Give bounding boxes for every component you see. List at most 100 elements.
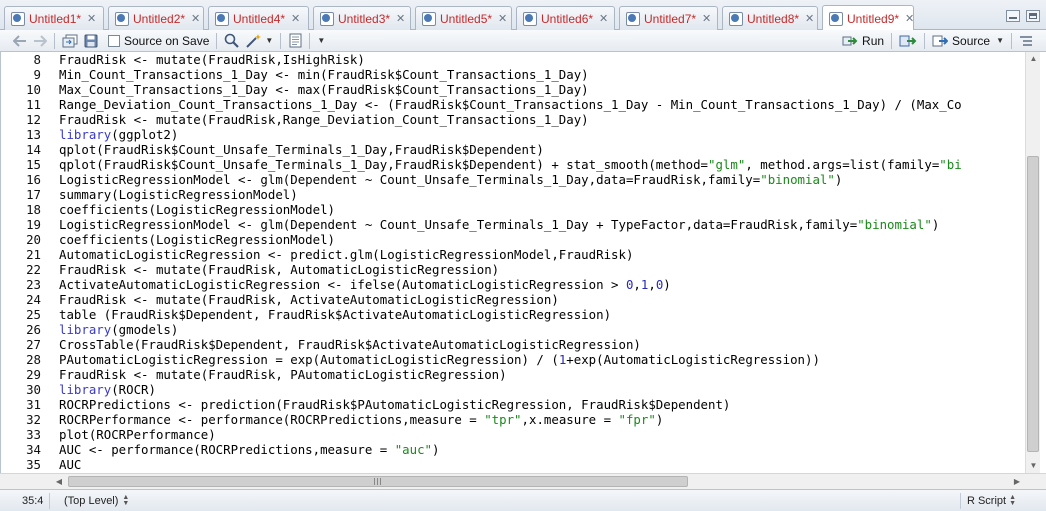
code-line[interactable]: ActivateAutomaticLogisticRegression <- i…: [59, 277, 1024, 292]
document-outline-button[interactable]: [1016, 31, 1036, 51]
code-line[interactable]: library(ggplot2): [59, 127, 1024, 142]
code-tools-button[interactable]: ▼: [242, 31, 276, 51]
code-line[interactable]: coefficients(LogisticRegressionModel): [59, 202, 1024, 217]
r-script-file-icon: [729, 11, 743, 26]
code-line[interactable]: library(gmodels): [59, 322, 1024, 337]
code-line[interactable]: FraudRisk <- mutate(FraudRisk,Range_Devi…: [59, 112, 1024, 127]
minimize-pane-button[interactable]: [1006, 10, 1020, 22]
code-token: LogisticRegressionModel <- glm(Dependent…: [59, 172, 761, 187]
r-script-file-icon: [215, 11, 229, 26]
tab-untitled9[interactable]: Untitled9* ✕: [822, 5, 914, 31]
code-line[interactable]: Range_Deviation_Count_Transactions_1_Day…: [59, 97, 1024, 112]
code-line[interactable]: FraudRisk <- mutate(FraudRisk, ActivateA…: [59, 292, 1024, 307]
scroll-left-arrow-icon[interactable]: ◀: [52, 474, 66, 489]
save-button[interactable]: [81, 31, 101, 51]
outline-icon: [1020, 35, 1032, 46]
code-token: AUC: [59, 457, 82, 472]
code-token: Min_Count_Transactions_1_Day <- min(Frau…: [59, 67, 589, 82]
code-token: coefficients(LogisticRegressionModel): [59, 202, 336, 217]
tab-label: Untitled8*: [747, 11, 800, 26]
code-line[interactable]: PAutomaticLogisticRegression = exp(Autom…: [59, 352, 1024, 367]
code-line[interactable]: summary(LogisticRegressionModel): [59, 187, 1024, 202]
r-script-file-icon: [523, 11, 537, 26]
horizontal-scroll-thumb[interactable]: [68, 476, 688, 487]
line-number: 10: [26, 82, 41, 97]
tab-untitled5[interactable]: Untitled5* ✕: [415, 6, 512, 30]
maximize-pane-button[interactable]: [1026, 10, 1040, 22]
tab-untitled1[interactable]: Untitled1* ✕: [4, 6, 104, 30]
code-line[interactable]: FraudRisk <- mutate(FraudRisk, Automatic…: [59, 262, 1024, 277]
code-line[interactable]: ROCRPerformance <- performance(ROCRPredi…: [59, 412, 1024, 427]
code-line[interactable]: LogisticRegressionModel <- glm(Dependent…: [59, 172, 1024, 187]
rerun-icon: [899, 35, 917, 46]
tab-untitled3[interactable]: Untitled3* ✕: [313, 6, 411, 30]
code-line[interactable]: CrossTable(FraudRisk$Dependent, FraudRis…: [59, 337, 1024, 352]
forward-button[interactable]: [30, 31, 50, 51]
horizontal-scrollbar[interactable]: ◀ ▶: [0, 473, 1046, 489]
r-script-file-icon: [115, 11, 129, 26]
code-line[interactable]: ROCRPredictions <- prediction(FraudRisk$…: [59, 397, 1024, 412]
code-text-area[interactable]: FraudRisk <- mutate(FraudRisk,IsHighRisk…: [59, 52, 1024, 473]
close-tab-icon[interactable]: ✕: [87, 12, 96, 25]
vertical-scrollbar[interactable]: ▲ ▼: [1025, 52, 1040, 473]
pane-window-controls: [1006, 10, 1040, 22]
code-line[interactable]: LogisticRegressionModel <- glm(Dependent…: [59, 217, 1024, 232]
code-line[interactable]: Max_Count_Transactions_1_Day <- max(Frau…: [59, 82, 1024, 97]
code-line[interactable]: AutomaticLogisticRegression <- predict.g…: [59, 247, 1024, 262]
scope-selector[interactable]: (Top Level) ▲ ▼: [50, 494, 129, 507]
source-editor-pane: Untitled1* ✕ Untitled2* ✕ Untitled4* ✕ Untitle…: [0, 0, 1046, 511]
source-arrow-icon: [932, 35, 949, 46]
file-type-selector[interactable]: R Script ▲ ▼: [959, 492, 1046, 509]
scroll-up-arrow-icon[interactable]: ▲: [1026, 52, 1041, 66]
tab-untitled2[interactable]: Untitled2* ✕: [108, 6, 204, 30]
line-number: 31: [26, 397, 41, 412]
line-number: 35: [26, 457, 41, 472]
back-button[interactable]: [10, 31, 30, 51]
close-tab-icon[interactable]: ✕: [599, 12, 608, 25]
code-token: library: [59, 382, 112, 397]
scroll-right-arrow-icon[interactable]: ▶: [1010, 474, 1024, 489]
line-number: 14: [26, 142, 41, 157]
close-tab-icon[interactable]: ✕: [702, 12, 711, 25]
close-tab-icon[interactable]: ✕: [291, 12, 300, 25]
vertical-scroll-thumb[interactable]: [1027, 156, 1039, 452]
code-line[interactable]: qplot(FraudRisk$Count_Unsafe_Terminals_1…: [59, 142, 1024, 157]
scroll-down-arrow-icon[interactable]: ▼: [1026, 459, 1041, 473]
source-on-save-checkbox[interactable]: [108, 34, 120, 47]
code-token: , method.args=list(family=: [745, 157, 940, 172]
code-editor[interactable]: 8 9 10 11 12 13 14 15 16 17 18 19 20 21 22 23 24 25 26 27 28…: [0, 52, 1046, 473]
source-button[interactable]: Source ▼: [929, 31, 1007, 51]
show-in-window-button[interactable]: [59, 31, 81, 51]
code-line[interactable]: coefficients(LogisticRegressionModel): [59, 232, 1024, 247]
notebook-icon: [289, 33, 302, 48]
code-line[interactable]: AUC <- performance(ROCRPredictions,measu…: [59, 442, 1024, 457]
code-line[interactable]: table (FraudRisk$Dependent, FraudRisk$Ac…: [59, 307, 1024, 322]
code-line[interactable]: AUC: [59, 457, 1024, 472]
close-tab-icon[interactable]: ✕: [498, 12, 507, 25]
code-token: Max_Count_Transactions_1_Day <- max(Frau…: [59, 82, 589, 97]
source-on-save-toggle[interactable]: Source on Save: [101, 31, 212, 51]
code-line[interactable]: qplot(FraudRisk$Count_Unsafe_Terminals_1…: [59, 157, 1024, 172]
code-token: (ROCR): [111, 382, 156, 397]
code-line[interactable]: Min_Count_Transactions_1_Day <- min(Frau…: [59, 67, 1024, 82]
find-replace-button[interactable]: [221, 31, 242, 51]
code-line[interactable]: library(ROCR): [59, 382, 1024, 397]
code-line[interactable]: FraudRisk <- mutate(FraudRisk, PAutomati…: [59, 367, 1024, 382]
code-token: "bi: [939, 157, 962, 172]
tab-untitled4[interactable]: Untitled4* ✕: [208, 6, 309, 30]
code-line[interactable]: plot(ROCRPerformance): [59, 427, 1024, 442]
run-button[interactable]: Run: [839, 31, 887, 51]
compile-report-button[interactable]: [285, 31, 305, 51]
tab-untitled8[interactable]: Untitled8* ✕: [722, 6, 818, 30]
close-tab-icon[interactable]: ✕: [191, 12, 200, 25]
source-on-save-label: Source on Save: [124, 33, 210, 48]
rerun-button[interactable]: [896, 31, 920, 51]
more-options-button[interactable]: ▼: [314, 31, 328, 51]
close-tab-icon[interactable]: ✕: [905, 12, 914, 25]
close-tab-icon[interactable]: ✕: [396, 12, 405, 25]
close-tab-icon[interactable]: ✕: [805, 12, 814, 25]
tab-untitled7[interactable]: Untitled7* ✕: [619, 6, 718, 30]
code-token: "binomial": [760, 172, 835, 187]
tab-untitled6[interactable]: Untitled6* ✕: [516, 6, 615, 30]
code-line[interactable]: FraudRisk <- mutate(FraudRisk,IsHighRisk…: [59, 52, 1024, 67]
